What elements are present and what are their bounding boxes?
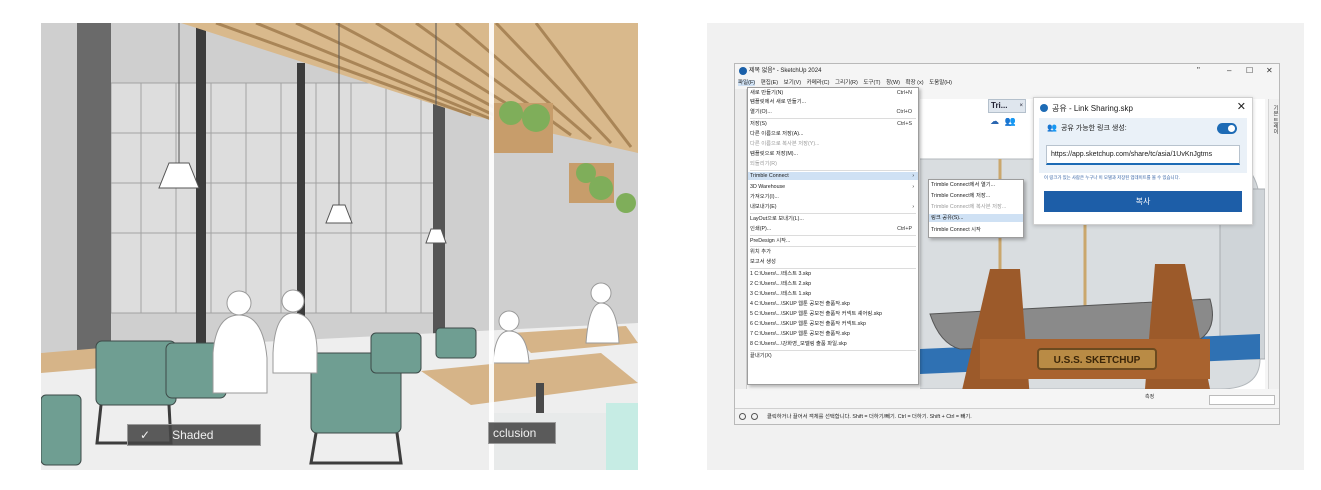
- menu-item-generate-report[interactable]: 보고서 생성: [748, 258, 918, 266]
- menu-item-new[interactable]: 새로 만들기(N) Ctrl+N: [748, 89, 918, 97]
- menu-item-revert: 되돌리기(R): [750, 161, 777, 167]
- menu-item-save[interactable]: 저장(S) Ctrl+S: [748, 120, 918, 128]
- window-title: 제목 없음* - SketchUp 2024: [749, 68, 822, 74]
- recent-file-2[interactable]: 2 C:\Users\...\테스트 2.skp: [748, 280, 918, 288]
- maximize-button[interactable]: ☐: [1246, 64, 1253, 78]
- menu-edit[interactable]: 편집(E): [761, 80, 778, 86]
- menu-item-exit[interactable]: 끝내기(X): [748, 352, 918, 360]
- link-toggle-label: 공유 가능한 링크 생성:: [1060, 125, 1127, 132]
- sketchup-logo-icon: [739, 67, 747, 75]
- menu-item-import[interactable]: 가져오기(I)...: [748, 193, 918, 201]
- users-icon: 👥: [1047, 123, 1057, 132]
- menu-item-trimble-connect[interactable]: Trimble Connect ›: [748, 172, 918, 180]
- share-dialog: 공유 - Link Sharing.skp ✕ 👥 공유 가능한 링크 생성: h…: [1033, 97, 1253, 225]
- menu-separator: [750, 235, 916, 236]
- measurements-input[interactable]: [1209, 395, 1275, 405]
- link-settings-panel: 👥 공유 가능한 링크 생성: https://app.sketchup.com/…: [1039, 118, 1247, 173]
- menu-item-print[interactable]: 인쇄(P)... Ctrl+P: [748, 225, 918, 233]
- trimble-connect-submenu: Trimble Connect에서 열기... Trimble Connect에…: [928, 179, 1024, 238]
- default-tray-collapsed[interactable]: 기본 트레이: [1268, 99, 1279, 389]
- share-url-field[interactable]: https://app.sketchup.com/share/tc/asia/1…: [1046, 145, 1240, 165]
- submenu-open-from-connect[interactable]: Trimble Connect에서 열기...: [929, 181, 1023, 189]
- trimble-connect-tab[interactable]: Tri... ×: [988, 99, 1026, 113]
- cafe-scene-graphic: [41, 23, 638, 470]
- minimize-button[interactable]: –: [1227, 64, 1231, 78]
- occlusion-mode-label: cclusion: [493, 426, 537, 440]
- menu-camera[interactable]: 카메라(C): [807, 80, 830, 86]
- menu-tools[interactable]: 도구(T): [863, 80, 880, 86]
- menu-separator: [750, 350, 916, 351]
- submenu-arrow-icon: ›: [912, 173, 914, 179]
- render-mode-chip[interactable]: ✓ Shaded: [127, 424, 261, 446]
- share-dialog-header: 공유 - Link Sharing.skp: [1040, 103, 1133, 114]
- measurements-label: 측정: [1145, 394, 1155, 400]
- geo-location-icon[interactable]: [739, 413, 746, 420]
- occlusion-mode-chip[interactable]: cclusion: [488, 422, 556, 444]
- link-toggle-row: 👥 공유 가능한 링크 생성:: [1047, 123, 1127, 133]
- restore-icon[interactable]: ": [1197, 64, 1200, 78]
- check-icon: ✓: [140, 428, 151, 442]
- close-dialog-button[interactable]: ✕: [1237, 100, 1246, 113]
- render-mode-label: Shaded: [172, 428, 214, 442]
- recent-file-5[interactable]: 5 C:\Users\...\SKUP 웹툰 공모전 출품작 커넥트 셰어링.s…: [748, 310, 918, 318]
- title-bar: 제목 없음* - SketchUp 2024 " – ☐ ✕: [735, 64, 1279, 78]
- trimble-toolbar: ☁ 👥: [990, 116, 1030, 130]
- submenu-arrow-icon: ›: [912, 184, 914, 190]
- cafe-render-image: ✓ Shaded cclusion: [41, 23, 638, 470]
- share-note: 이 링크가 있는 사람은 누구나 이 모델과 저장된 업데이트를 볼 수 있습니…: [1044, 175, 1180, 180]
- tool-palette[interactable]: [735, 89, 747, 389]
- menu-item-save-as-template[interactable]: 템플릿으로 저장(M)...: [748, 150, 918, 158]
- menu-separator: [750, 118, 916, 119]
- comparison-divider[interactable]: [489, 23, 494, 470]
- share-dialog-title: 공유 - Link Sharing.skp: [1052, 104, 1133, 113]
- menu-separator: [750, 213, 916, 214]
- menu-help[interactable]: 도움말(H): [929, 80, 952, 86]
- trimble-tab-label: Tri...: [991, 101, 1008, 110]
- credits-icon[interactable]: [751, 413, 758, 420]
- menu-item-save-as[interactable]: 다른 이름으로 저장(A)...: [748, 130, 918, 138]
- plaque-text: U.S.S. SKETCHUP: [1054, 355, 1141, 366]
- copy-link-button[interactable]: 복사: [1044, 191, 1242, 212]
- tray-label: 기본 트레이: [1272, 105, 1278, 135]
- recent-file-6[interactable]: 6 C:\Users\...\SKUP 웹툰 공모전 출품작 커넥트.skp: [748, 320, 918, 328]
- close-window-button[interactable]: ✕: [1266, 64, 1273, 78]
- menu-separator: [750, 170, 916, 171]
- sketchup-logo-icon: [1040, 104, 1048, 112]
- recent-file-3[interactable]: 3 C:\Users\...\테스트 1.skp: [748, 290, 918, 298]
- menu-separator: [750, 268, 916, 269]
- close-tab-icon[interactable]: ×: [1019, 100, 1023, 112]
- submenu-save-copy-to-connect: Trimble Connect에 복사본 저장...: [931, 204, 1007, 210]
- users-icon[interactable]: 👥: [1005, 116, 1016, 126]
- menu-view[interactable]: 보기(V): [784, 80, 801, 86]
- status-bar: 클릭하거나 끌어서 객체를 선택합니다. Shift = 더하기/빼기. Ctr…: [735, 408, 1279, 424]
- menu-item-save-copy-as: 다른 이름으로 복사본 저장(Y)...: [750, 141, 820, 147]
- menu-draw[interactable]: 그리기(R): [835, 80, 858, 86]
- submenu-arrow-icon: ›: [912, 204, 914, 210]
- menu-file[interactable]: 파일(F): [738, 80, 756, 86]
- menu-item-send-to-layout[interactable]: LayOut으로 보내기(L)...: [748, 215, 918, 223]
- menu-item-3d-warehouse[interactable]: 3D Warehouse ›: [748, 183, 918, 191]
- menu-item-predesign[interactable]: PreDesign 시작...: [748, 237, 918, 245]
- cloud-icon[interactable]: ☁: [990, 116, 999, 126]
- submenu-share-link[interactable]: 링크 공유(S)...: [929, 214, 1023, 222]
- menu-item-new-from-template[interactable]: 템플릿에서 새로 만들기...: [748, 98, 918, 106]
- status-hint: 클릭하거나 끌어서 객체를 선택합니다. Shift = 더하기/빼기. Ctr…: [767, 414, 972, 420]
- submenu-launch-connect[interactable]: Trimble Connect 시작: [929, 226, 1023, 234]
- recent-file-1[interactable]: 1 C:\Users\...\테스트 3.skp: [748, 270, 918, 278]
- menu-separator: [750, 246, 916, 247]
- submenu-save-to-connect[interactable]: Trimble Connect에 저장...: [929, 192, 1023, 200]
- menu-item-export[interactable]: 내보내기(E) ›: [748, 203, 918, 211]
- menu-item-add-location[interactable]: 위치 추가: [748, 248, 918, 256]
- menu-item-open[interactable]: 열기(O)... Ctrl+O: [748, 108, 918, 116]
- recent-file-8[interactable]: 8 C:\Users\...\강화영_모델링 출품 파일.skp: [748, 340, 918, 348]
- file-menu-dropdown: 새로 만들기(N) Ctrl+N 템플릿에서 새로 만들기... 열기(O)...…: [747, 87, 919, 385]
- menu-window[interactable]: 창(W): [886, 80, 900, 86]
- recent-file-7[interactable]: 7 C:\Users\...\SKUP 웹툰 공모전 출품작.skp: [748, 330, 918, 338]
- recent-file-4[interactable]: 4 C:\Users\...\SKUP 웹툰 공모전 출품작.skp: [748, 300, 918, 308]
- menu-extensions[interactable]: 확장 (x): [906, 80, 924, 86]
- shareable-link-toggle[interactable]: [1217, 123, 1237, 134]
